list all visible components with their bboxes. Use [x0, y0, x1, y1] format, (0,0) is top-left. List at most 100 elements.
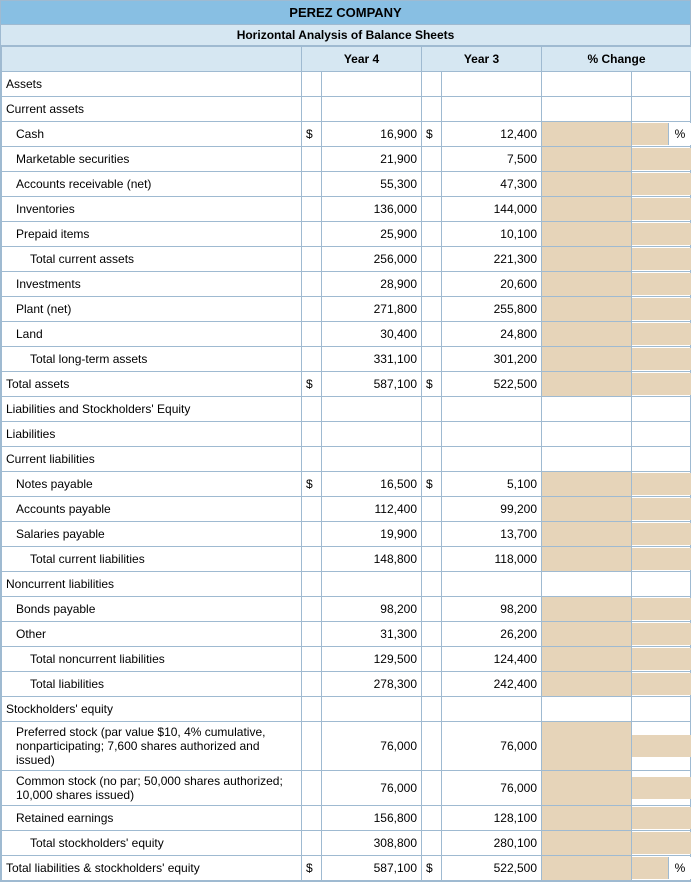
pct-unit-input[interactable] [632, 832, 691, 854]
pct-change-cell[interactable] [542, 197, 632, 222]
pct-change-input[interactable] [542, 122, 631, 146]
pct-unit-input[interactable] [632, 598, 691, 620]
pct-change-cell[interactable] [542, 372, 632, 397]
table-row: Cash$16,900$12,400% [2, 122, 691, 147]
year4-value [322, 572, 422, 597]
currency-symbol: $ [422, 122, 442, 147]
pct-unit-input[interactable] [632, 623, 691, 645]
currency-symbol [422, 831, 442, 856]
currency-symbol [302, 831, 322, 856]
pct-change-input[interactable] [542, 222, 631, 246]
pct-change-input[interactable] [542, 247, 631, 271]
pct-change-input[interactable] [542, 472, 631, 496]
row-label: Current liabilities [2, 447, 302, 472]
pct-change-cell[interactable] [542, 722, 632, 771]
row-label: Total long-term assets [2, 347, 302, 372]
pct-change-input[interactable] [542, 831, 631, 855]
pct-change-cell[interactable] [542, 547, 632, 572]
pct-change-input[interactable] [542, 622, 631, 646]
pct-change-cell[interactable] [542, 771, 632, 806]
pct-change-cell[interactable] [542, 172, 632, 197]
pct-unit-input[interactable] [632, 123, 668, 145]
currency-symbol [422, 647, 442, 672]
pct-change-cell[interactable] [542, 122, 632, 147]
pct-change-input[interactable] [542, 297, 631, 321]
pct-unit-input[interactable] [632, 857, 668, 879]
pct-change-cell[interactable] [542, 322, 632, 347]
year3-value: 76,000 [442, 722, 542, 771]
pct-unit-input[interactable] [632, 298, 691, 320]
pct-change-cell[interactable] [542, 522, 632, 547]
currency-symbol [422, 722, 442, 771]
pct-change-cell[interactable] [542, 297, 632, 322]
pct-change-cell[interactable] [542, 272, 632, 297]
row-label: Total assets [2, 372, 302, 397]
pct-change-cell[interactable] [542, 856, 632, 881]
pct-change-input[interactable] [542, 597, 631, 621]
pct-unit-input[interactable] [632, 498, 691, 520]
pct-unit-input[interactable] [632, 373, 691, 395]
report-subtitle: Horizontal Analysis of Balance Sheets [1, 25, 690, 46]
pct-unit-input[interactable] [632, 777, 691, 799]
pct-change-input[interactable] [542, 547, 631, 571]
pct-change-input[interactable] [542, 647, 631, 671]
pct-change-cell[interactable] [542, 622, 632, 647]
pct-unit-input[interactable] [632, 648, 691, 670]
pct-change-input[interactable] [542, 806, 631, 830]
pct-change-cell[interactable] [542, 672, 632, 697]
pct-unit-input[interactable] [632, 673, 691, 695]
year4-value: 28,900 [322, 272, 422, 297]
currency-symbol [422, 572, 442, 597]
currency-symbol [422, 297, 442, 322]
pct-change-input[interactable] [542, 672, 631, 696]
pct-change-input[interactable] [542, 147, 631, 171]
pct-unit-input[interactable] [632, 323, 691, 345]
pct-unit-input[interactable] [632, 198, 691, 220]
pct-unit-input[interactable] [632, 248, 691, 270]
pct-change-cell[interactable] [542, 497, 632, 522]
pct-change-input[interactable] [542, 172, 631, 196]
row-label: Land [2, 322, 302, 347]
currency-symbol [422, 497, 442, 522]
year4-value [322, 72, 422, 97]
currency-symbol [422, 172, 442, 197]
table-row: Total liabilities278,300242,400 [2, 672, 691, 697]
pct-change-input[interactable] [542, 771, 631, 805]
currency-symbol [302, 647, 322, 672]
pct-change-input[interactable] [542, 722, 631, 770]
pct-change-input[interactable] [542, 497, 631, 521]
year4-value: 256,000 [322, 247, 422, 272]
pct-change-input[interactable] [542, 856, 631, 880]
year3-value: 242,400 [442, 672, 542, 697]
pct-change-cell[interactable] [542, 831, 632, 856]
pct-change-input[interactable] [542, 197, 631, 221]
pct-change-cell[interactable] [542, 347, 632, 372]
year3-value: 98,200 [442, 597, 542, 622]
year3-value: 10,100 [442, 222, 542, 247]
pct-change-cell[interactable] [542, 147, 632, 172]
pct-change-input[interactable] [542, 272, 631, 296]
pct-unit-input[interactable] [632, 223, 691, 245]
pct-unit-input[interactable] [632, 523, 691, 545]
pct-change-input[interactable] [542, 322, 631, 346]
pct-change-cell[interactable] [542, 806, 632, 831]
pct-change-cell[interactable] [542, 647, 632, 672]
pct-change-cell[interactable] [542, 222, 632, 247]
pct-unit-input[interactable] [632, 807, 691, 829]
pct-change-input[interactable] [542, 372, 631, 396]
pct-unit-input[interactable] [632, 348, 691, 370]
pct-unit-input[interactable] [632, 148, 691, 170]
pct-unit-input[interactable] [632, 548, 691, 570]
pct-unit-input[interactable] [632, 735, 691, 757]
pct-unit-cell [632, 447, 691, 472]
pct-change-input[interactable] [542, 347, 631, 371]
pct-unit-input[interactable] [632, 173, 691, 195]
currency-symbol [302, 97, 322, 122]
pct-unit-input[interactable] [632, 473, 691, 495]
pct-change-cell[interactable] [542, 472, 632, 497]
pct-change-cell[interactable] [542, 247, 632, 272]
pct-unit-input[interactable] [632, 273, 691, 295]
pct-change-cell[interactable] [542, 597, 632, 622]
pct-change-input[interactable] [542, 522, 631, 546]
table-row: Total current liabilities148,800118,000 [2, 547, 691, 572]
